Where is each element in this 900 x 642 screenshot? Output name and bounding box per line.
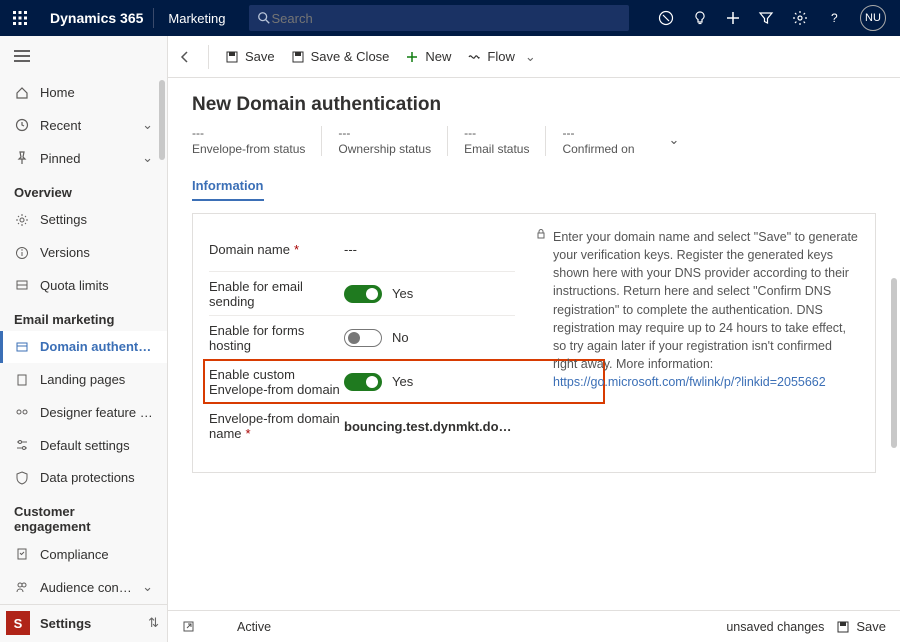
toggle-custom-envelope[interactable] [344, 373, 382, 391]
lightbulb-icon[interactable] [692, 10, 708, 26]
info-icon [14, 245, 30, 261]
domain-icon [14, 339, 30, 355]
unsaved-indicator: unsaved changes [726, 620, 824, 634]
content-scrollbar[interactable] [891, 278, 897, 448]
global-search[interactable] [249, 5, 629, 31]
toggle-forms-hosting[interactable] [344, 329, 382, 347]
audience-icon [14, 579, 30, 595]
chevron-down-icon: ⌄ [525, 49, 536, 65]
sidebar-item-compliance[interactable]: Compliance [0, 538, 167, 571]
sidebar-item-audience[interactable]: Audience configur…⌄ [0, 571, 167, 604]
svg-text:?: ? [831, 11, 838, 25]
summary-expand[interactable]: ⌄ [651, 126, 680, 148]
app-launcher[interactable] [0, 11, 40, 25]
footer-bar: Active unsaved changes Save [168, 610, 900, 642]
user-avatar[interactable]: NU [860, 5, 886, 31]
toggle-email-sending[interactable] [344, 285, 382, 303]
sidebar-toggle[interactable] [0, 36, 167, 76]
record-summary: ---Envelope-from status ---Ownership sta… [192, 126, 876, 156]
required-marker: * [294, 242, 299, 257]
form-area: Domain name* --- Enable for email sendin… [192, 213, 876, 473]
brand-label: Dynamics 365 [40, 10, 153, 26]
help-link[interactable]: https://go.microsoft.com/fwlink/p/?linki… [553, 375, 826, 389]
chevron-down-icon: ⌄ [142, 117, 153, 133]
page-title: New Domain authentication [192, 94, 876, 116]
quota-icon [14, 277, 30, 293]
flow-button[interactable]: Flow⌄ [467, 49, 535, 65]
tab-strip: Information [192, 174, 876, 201]
save-button[interactable]: Save [225, 49, 275, 64]
command-bar: Save Save & Close New Flow⌄ [168, 36, 900, 78]
sidebar: Home Recent⌄ Pinned⌄ Overview Settings V… [0, 36, 168, 642]
sidebar-item-designer[interactable]: Designer feature … [0, 396, 167, 429]
sliders-icon [14, 437, 30, 453]
search-input[interactable] [271, 11, 621, 26]
sidebar-item-home[interactable]: Home [0, 76, 167, 109]
section-engagement: Customer engagement [0, 494, 167, 538]
sidebar-item-default-settings[interactable]: Default settings [0, 429, 167, 462]
footer-save-button[interactable]: Save [836, 619, 886, 634]
updown-icon: ⇅ [148, 615, 167, 631]
section-overview: Overview [0, 175, 167, 204]
sidebar-item-pinned[interactable]: Pinned⌄ [0, 142, 167, 175]
sidebar-item-settings[interactable]: Settings [0, 204, 167, 237]
back-button[interactable] [178, 50, 192, 64]
filter-icon[interactable] [758, 10, 774, 26]
field-domain-name[interactable]: Domain name* --- [209, 228, 515, 272]
pin-icon [14, 150, 30, 166]
field-envelope-domain[interactable]: Envelope-from domain name* bouncing.test… [209, 404, 515, 448]
field-email-sending[interactable]: Enable for email sending Yes [209, 272, 515, 316]
area-badge: S [6, 611, 30, 635]
section-email-marketing: Email marketing [0, 302, 167, 331]
sidebar-area-switcher[interactable]: S Settings ⇅ [0, 604, 167, 642]
page-icon [14, 372, 30, 388]
chevron-down-icon: ⌄ [142, 150, 153, 166]
sidebar-item-versions[interactable]: Versions [0, 236, 167, 269]
assistant-icon[interactable] [658, 10, 674, 26]
save-close-button[interactable]: Save & Close [291, 49, 390, 64]
gear-icon[interactable] [792, 10, 808, 26]
help-panel: Enter your domain name and select "Save"… [535, 228, 859, 458]
sidebar-item-landing[interactable]: Landing pages [0, 363, 167, 396]
help-icon[interactable]: ? [826, 10, 842, 26]
clock-icon [14, 117, 30, 133]
add-icon[interactable] [726, 11, 740, 25]
chevron-down-icon: ⌄ [142, 579, 153, 595]
content-area: Save Save & Close New Flow⌄ New Domain a… [168, 36, 900, 642]
required-marker: * [246, 426, 251, 441]
sidebar-item-data-protections[interactable]: Data protections [0, 461, 167, 494]
gear-icon [14, 212, 30, 228]
new-button[interactable]: New [405, 49, 451, 64]
field-forms-hosting[interactable]: Enable for forms hosting No [209, 316, 515, 360]
area-label: Settings [30, 616, 148, 631]
tab-information[interactable]: Information [192, 174, 264, 201]
module-label[interactable]: Marketing [154, 11, 239, 26]
cmdbar-divider [208, 45, 209, 69]
sidebar-item-domain-auth[interactable]: Domain authentic… [0, 331, 167, 364]
record-status: Active [237, 620, 271, 634]
search-icon [257, 11, 271, 25]
lock-icon [535, 228, 547, 240]
home-icon [14, 85, 30, 101]
field-custom-envelope[interactable]: Enable custom Envelope-from domain Yes [209, 360, 515, 404]
sidebar-item-quota[interactable]: Quota limits [0, 269, 167, 302]
designer-icon [14, 404, 30, 420]
compliance-icon [14, 546, 30, 562]
popout-icon[interactable] [182, 620, 195, 633]
sidebar-item-recent[interactable]: Recent⌄ [0, 109, 167, 142]
shield-icon [14, 470, 30, 486]
sidebar-scrollbar[interactable] [159, 80, 165, 160]
